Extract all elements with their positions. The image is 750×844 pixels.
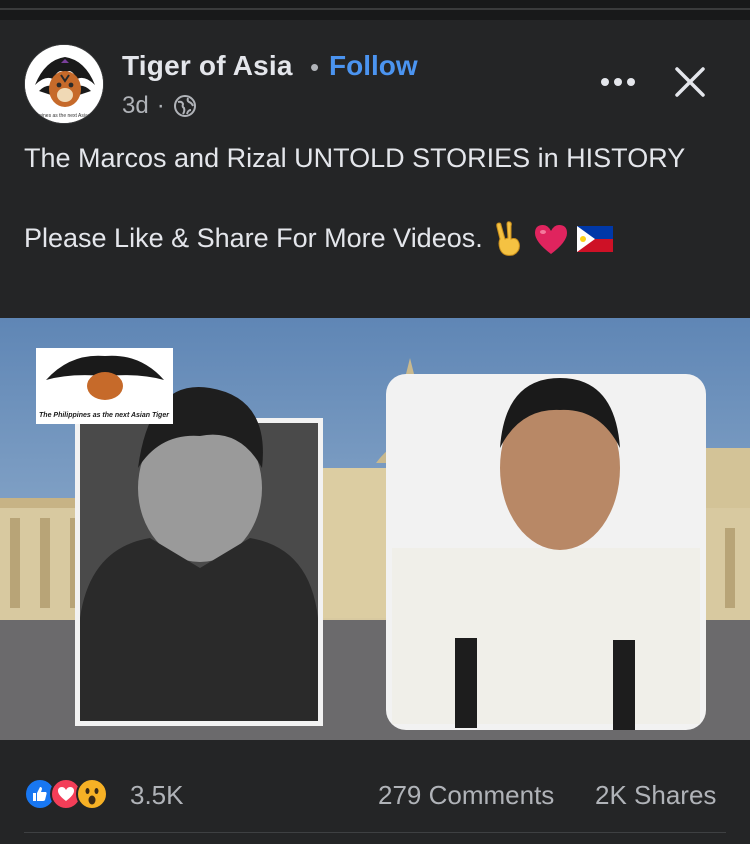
- logo-tagline: The Philippines as the next Asian Tiger: [39, 412, 170, 419]
- post-time[interactable]: 3d: [122, 92, 149, 120]
- comments-count[interactable]: 279 Comments: [378, 780, 554, 811]
- shares-count[interactable]: 2K Shares: [595, 780, 716, 811]
- top-bar: [0, 0, 750, 20]
- page-name[interactable]: Tiger of Asia: [122, 50, 293, 82]
- caption-cta: Please Like & Share For More Videos.: [24, 223, 483, 253]
- meta-separator: ·: [156, 92, 165, 119]
- caption-cta-line: Please Like & Share For More Videos.: [24, 220, 724, 257]
- post-footer: 3.5K 279 Comments 2K Shares: [0, 770, 750, 820]
- globe-icon: [173, 95, 196, 117]
- post-header: Philippines as the next Asian Tiger Tige…: [0, 40, 750, 130]
- close-button[interactable]: [668, 60, 712, 104]
- reaction-count[interactable]: 3.5K: [130, 780, 184, 811]
- footer-divider: [24, 832, 726, 833]
- post-caption: The Marcos and Rizal UNTOLD STORIES in H…: [24, 140, 724, 257]
- ellipsis-icon: [601, 78, 635, 86]
- close-icon: [675, 67, 705, 97]
- tiger-logo-icon: Philippines as the next Asian Tiger: [25, 45, 103, 123]
- follow-button[interactable]: Follow: [329, 50, 418, 82]
- reaction-icons[interactable]: [24, 778, 108, 810]
- post-video[interactable]: The Philippines as the next Asian Tiger: [0, 318, 750, 740]
- red-heart-icon: [534, 224, 567, 254]
- page-avatar[interactable]: Philippines as the next Asian Tiger: [24, 44, 104, 124]
- victory-hand-icon: [496, 220, 520, 256]
- divider: [0, 8, 750, 10]
- more-options-button[interactable]: [596, 60, 640, 104]
- caption-title: The Marcos and Rizal UNTOLD STORIES in H…: [24, 143, 686, 173]
- video-thumbnail: The Philippines as the next Asian Tiger: [0, 318, 750, 740]
- name-separator: •: [310, 52, 320, 82]
- post-meta: 3d ·: [122, 92, 197, 120]
- philippines-flag-icon: [576, 225, 613, 252]
- wow-icon: [76, 778, 108, 810]
- avatar-tagline: Philippines as the next Asian Tiger: [27, 113, 103, 119]
